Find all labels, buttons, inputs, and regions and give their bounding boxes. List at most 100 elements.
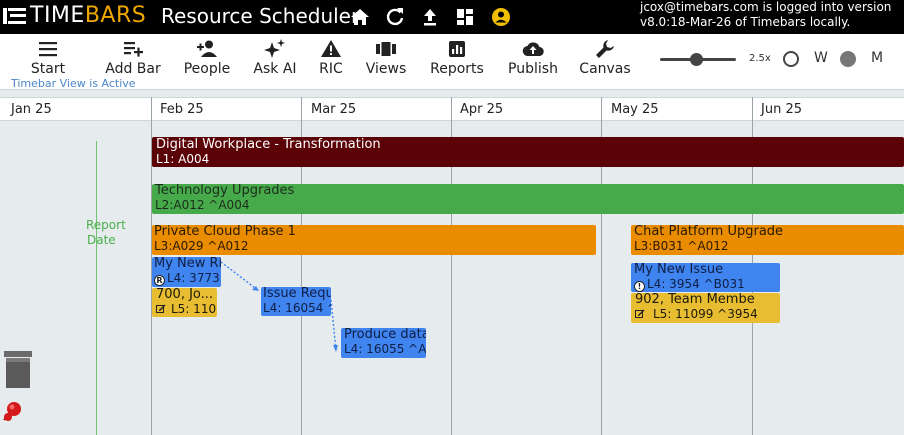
login-info-line1: jcox@timebars.com is logged into version <box>640 0 892 14</box>
timebar-title: Technology Upgrades <box>155 184 295 198</box>
timebar-subtitle-row: ! L4: 3954 ^B031 <box>634 277 780 292</box>
zoom-level: 2.5x <box>749 53 771 64</box>
start-button[interactable]: Start <box>22 38 74 78</box>
month-label: Jun 25 <box>761 102 802 117</box>
start-label: Start <box>30 61 66 77</box>
refresh-icon[interactable] <box>385 7 405 27</box>
toolbar: Start Add Bar People Ask AI RIC Views Re… <box>0 34 904 90</box>
timebar-team-700[interactable]: 700, Jo... L5: 110 <box>152 288 217 317</box>
ask-ai-button[interactable]: Ask AI <box>252 38 298 78</box>
timebar-digital-workplace[interactable]: Digital Workplace - Transformation L1: A… <box>152 137 904 167</box>
chart-icon <box>449 41 465 57</box>
login-info: jcox@timebars.com is logged into version… <box>640 0 891 30</box>
month-label: Jan 25 <box>11 102 52 117</box>
timebar-title: Produce data <box>344 328 426 342</box>
timebar-technology-upgrades[interactable]: Technology Upgrades L2:A012 ^A004 <box>152 184 904 214</box>
timebar-subtitle: L4: 3954 ^B031 <box>647 277 745 291</box>
timebar-subtitle-row: L5: 110 <box>156 302 217 316</box>
add-bar-label: Add Bar <box>105 61 161 77</box>
report-date-label-line2: Date <box>87 233 116 247</box>
timebar-subtitle: L5: 110 <box>171 302 217 316</box>
timebar-my-new-risk[interactable]: My New Ris RL4: 3773 ^ <box>152 257 221 287</box>
timebar-issue-requirement[interactable]: Issue Requi L4: 16054 ^ <box>261 287 331 316</box>
month-label: Apr 25 <box>460 102 504 117</box>
wrench-icon <box>596 40 614 58</box>
month-scale-radio[interactable] <box>840 51 856 67</box>
arrow-head <box>333 345 338 352</box>
week-scale-radio[interactable] <box>783 51 799 67</box>
views-button[interactable]: Views <box>364 38 408 78</box>
timebar-produce-data[interactable]: Produce data L4: 16055 ^A0 <box>341 328 426 358</box>
canvas-label: Canvas <box>579 61 631 77</box>
upload-icon[interactable] <box>420 7 440 27</box>
timebar-title: Digital Workplace - Transformation <box>156 137 381 152</box>
risk-badge-icon: R <box>154 275 165 286</box>
timebar-title: 902, Team Membe <box>635 293 755 307</box>
timebar-subtitle: L2:A012 ^A004 <box>155 198 250 212</box>
arrow-head <box>252 286 259 291</box>
ric-label: RIC <box>319 61 343 77</box>
week-scale-label: W <box>814 50 828 66</box>
login-info-line2: v8.0:18-Mar-26 of Timebars locally. <box>640 15 851 29</box>
timebar-subtitle: L4: 16055 ^A0 <box>344 342 426 356</box>
people-label: People <box>183 61 231 77</box>
report-date-label-line1: Report <box>86 218 126 232</box>
account-icon[interactable] <box>491 7 511 27</box>
pushpin-icon[interactable] <box>2 400 24 422</box>
month-scale-label: M <box>871 50 884 66</box>
timeline-header: Jan 25 Feb 25 Mar 25 Apr 25 May 25 Jun 2… <box>0 97 904 121</box>
issue-badge-icon: ! <box>634 281 645 292</box>
month-label: Feb 25 <box>160 102 204 117</box>
timebar-chat-platform[interactable]: Chat Platform Upgrade L3:B031 ^A012 <box>631 225 904 255</box>
edit-icon <box>635 309 645 318</box>
timebar-subtitle-row: RL4: 3773 ^ <box>154 271 221 286</box>
home-icon[interactable] <box>350 7 370 27</box>
timebar-private-cloud[interactable]: Private Cloud Phase 1 L3:A029 ^A012 <box>152 225 596 255</box>
people-button[interactable]: People <box>181 38 233 78</box>
timebar-subtitle: L3:A029 ^A012 <box>154 239 249 253</box>
ric-button[interactable]: RIC <box>316 38 346 78</box>
timebar-title: Issue Requi <box>263 287 331 301</box>
logo-text-part-b: BARS <box>84 3 147 28</box>
edit-icon <box>156 304 166 313</box>
dependency-arrow <box>330 299 337 351</box>
add-bar-button[interactable]: Add Bar <box>103 38 163 78</box>
report-date-line[interactable] <box>96 141 97 435</box>
timebar-my-new-issue[interactable]: My New Issue ! L4: 3954 ^B031 <box>631 263 780 292</box>
logo-text: TIMEBARS <box>30 3 146 29</box>
timebar-title: Chat Platform Upgrade <box>634 225 784 239</box>
timebar-subtitle: L4: 16054 ^ <box>263 301 331 315</box>
timebars-logo-icon <box>3 8 26 24</box>
zoom-slider-handle[interactable] <box>690 53 703 66</box>
logo-text-part-a: TIME <box>30 3 85 28</box>
cloud-upload-icon <box>522 42 544 57</box>
sparkle-icon <box>264 39 285 58</box>
views-icon <box>376 42 396 56</box>
reports-button[interactable]: Reports <box>428 38 486 78</box>
timebar-subtitle: L4: 3773 ^ <box>167 271 221 285</box>
ask-ai-label: Ask AI <box>253 61 297 77</box>
canvas-button[interactable]: Canvas <box>579 38 631 78</box>
view-status-text: Timebar View is Active <box>11 77 136 90</box>
timebar-title: 700, Jo... <box>156 288 214 302</box>
dashboard-icon[interactable] <box>455 7 475 27</box>
menu-icon <box>39 42 57 57</box>
timebar-subtitle: L5: 11099 ^3954 <box>653 307 758 321</box>
timebar-title: Private Cloud Phase 1 <box>154 225 296 239</box>
app-title: Resource Scheduler <box>161 4 360 28</box>
trash-icon[interactable] <box>3 350 33 390</box>
timebar-subtitle-row: L5: 11099 ^3954 <box>635 307 780 321</box>
title-bar: TIMEBARS Resource Scheduler jcox@timebar… <box>0 0 904 34</box>
app-root: TIMEBARS Resource Scheduler jcox@timebar… <box>0 0 904 435</box>
timebar-team-902[interactable]: 902, Team Membe L5: 11099 ^3954 <box>631 293 780 323</box>
month-label: May 25 <box>611 102 659 117</box>
publish-button[interactable]: Publish <box>505 38 561 78</box>
publish-label: Publish <box>508 61 558 77</box>
report-date-label: Report Date <box>86 218 126 248</box>
warning-icon <box>321 40 341 57</box>
timebar-subtitle: L3:B031 ^A012 <box>634 239 729 253</box>
add-bar-icon <box>124 42 143 57</box>
add-person-icon <box>197 40 217 57</box>
reports-label: Reports <box>430 61 484 77</box>
timebar-subtitle: L1: A004 <box>156 152 210 166</box>
